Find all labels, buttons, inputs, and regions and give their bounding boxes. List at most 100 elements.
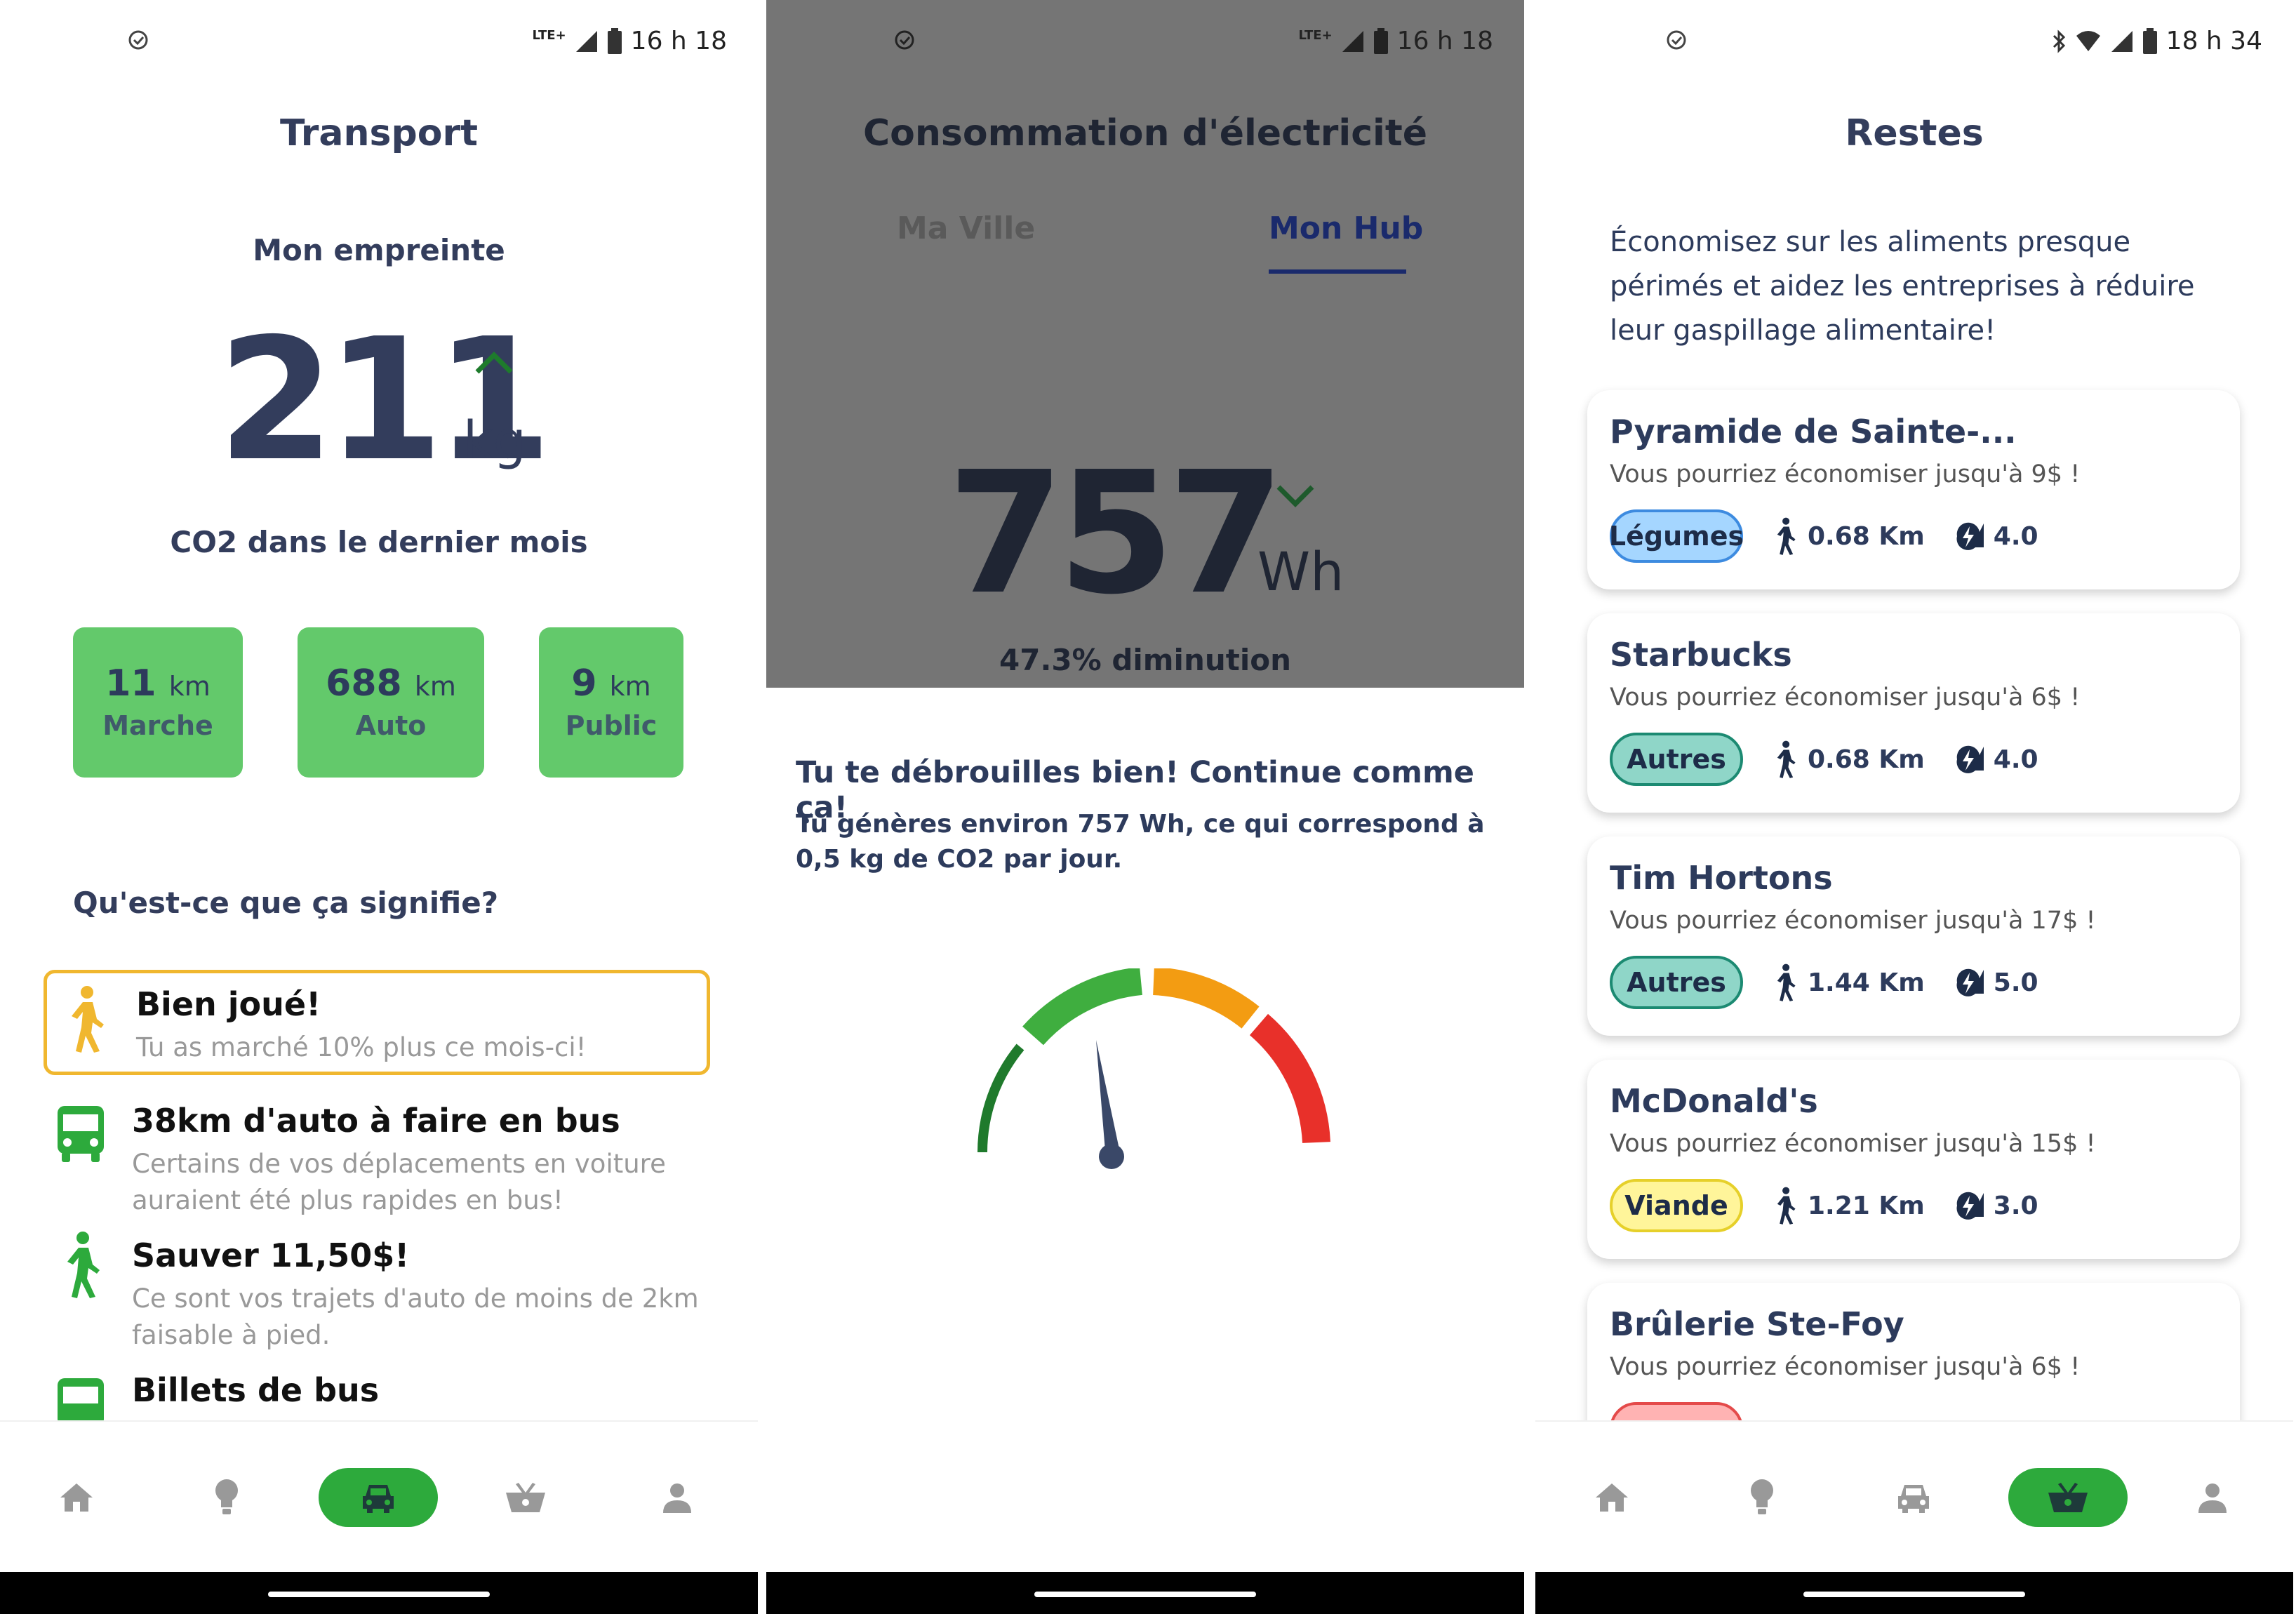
gauge-segment-green [1022, 968, 1143, 1046]
stat-label: Marche [102, 710, 213, 741]
home-icon [1596, 1483, 1628, 1512]
home-pill[interactable] [268, 1592, 490, 1597]
store-card[interactable]: McDonald's Vous pourriez économiser jusqu… [1587, 1060, 2240, 1259]
basket-icon [2048, 1483, 2088, 1512]
walk-icon [72, 986, 104, 1053]
person-icon [2198, 1483, 2227, 1513]
message-line1: Tu génères environ 757 Wh, ce qui corres… [796, 810, 1485, 839]
walk-icon [1777, 1187, 1796, 1225]
tip-subtitle: Tu as marché 10% plus ce mois-ci! [136, 1032, 587, 1062]
chevron-up-icon [475, 352, 513, 374]
nav-transport[interactable] [319, 1468, 438, 1527]
network-type: LTE+ [532, 28, 566, 43]
store-card[interactable]: Pyramide de Sainte-... Vous pourriez écon… [1587, 390, 2240, 589]
status-bar: LTE+ 16 h 18 [0, 24, 758, 63]
tab-my-city[interactable]: Ma Ville [897, 211, 1035, 246]
store-meta: 1.44 Km 5.0 [1771, 956, 2038, 1009]
store-card[interactable]: Tim Hortons Vous pourriez économiser jusq… [1587, 836, 2240, 1036]
store-distance: 1.21 Km [1808, 1191, 1925, 1220]
nav-transport[interactable] [1854, 1468, 1973, 1527]
network-type: LTE+ [1298, 28, 1333, 43]
stat-card-car: 688 km Auto [298, 627, 484, 778]
home-pill[interactable] [1803, 1592, 2025, 1597]
category-chip[interactable]: Légumes [1609, 509, 1744, 563]
store-savings: Vous pourriez économiser jusqu'à 17$ ! [1610, 907, 2096, 935]
consumption-unit: Wh [1257, 540, 1344, 603]
consumption-value: 757 [947, 435, 1285, 632]
store-name: Starbucks [1610, 636, 1792, 674]
lightbulb-icon [215, 1479, 238, 1514]
store-name: Brûlerie Ste-Foy [1610, 1305, 1904, 1343]
lightbulb-icon [1751, 1479, 1773, 1514]
category-chip[interactable]: Viande [1610, 1179, 1743, 1232]
car-icon [363, 1485, 394, 1513]
active-tab-indicator [1269, 269, 1406, 274]
category-chip[interactable]: Autres [1610, 956, 1743, 1009]
car-icon [1898, 1485, 1929, 1513]
store-score: 3.0 [1993, 1191, 2038, 1220]
nav-electricity[interactable] [167, 1468, 286, 1527]
status-bar: 18 h 34 [1535, 24, 2293, 63]
basket-icon [506, 1483, 545, 1512]
store-distance: 0.68 Km [1808, 521, 1925, 551]
stat-label: Public [565, 710, 658, 741]
status-bar: LTE+ 16 h 18 [766, 24, 1524, 63]
store-distance: 0.68 Km [1808, 745, 1925, 774]
nav-electricity[interactable] [1702, 1468, 1822, 1527]
eco-bolt-icon [1956, 522, 1984, 550]
store-meta: 1.21 Km 3.0 [1771, 1179, 2038, 1232]
nav-leftovers[interactable] [466, 1468, 585, 1527]
tab-my-hub[interactable]: Mon Hub [1269, 211, 1423, 246]
page-title: Transport [280, 112, 478, 154]
store-savings: Vous pourriez économiser jusqu'à 9$ ! [1610, 460, 2081, 488]
store-score: 5.0 [1993, 968, 2038, 997]
person-icon [663, 1483, 691, 1513]
consumption-gauge [977, 968, 1330, 1169]
stat-unit: km [414, 671, 456, 702]
eco-bolt-icon [1956, 1192, 1984, 1220]
nav-home[interactable] [1552, 1468, 1671, 1527]
store-meta: 0.68 Km 4.0 [1771, 733, 2038, 786]
status-time: 16 h 18 [630, 27, 727, 55]
category-chip[interactable]: Autres [1610, 733, 1743, 786]
check-circle-icon [128, 30, 148, 50]
eco-bolt-icon [1956, 745, 1984, 773]
stat-unit: km [609, 671, 651, 702]
bottom-nav [0, 1420, 758, 1573]
nav-home[interactable] [17, 1468, 136, 1527]
stat-label: Auto [355, 710, 427, 741]
eco-bolt-icon [1956, 968, 1984, 996]
gesture-bar [1535, 1572, 2293, 1614]
gauge-segment-dark-green [977, 1043, 1024, 1153]
store-distance: 1.44 Km [1808, 968, 1925, 997]
stat-card-public: 9 km Public [539, 627, 683, 778]
home-icon [60, 1483, 93, 1512]
store-card[interactable]: Starbucks Vous pourriez économiser jusqu'… [1587, 613, 2240, 813]
intro-line1: Économisez sur les aliments presque [1610, 226, 2131, 258]
transport-screen: LTE+ 16 h 18 Transport Mon empreinte 211… [0, 0, 758, 1614]
gauge-segment-red [1249, 1013, 1330, 1144]
bluetooth-icon [2053, 29, 2065, 53]
tip-title: Billets de bus [132, 1371, 380, 1409]
nav-leftovers[interactable] [2008, 1468, 2128, 1527]
walk-icon [1777, 517, 1796, 555]
check-circle-icon [895, 30, 914, 50]
store-name: Tim Hortons [1610, 859, 1833, 897]
walk-icon [1777, 963, 1796, 1001]
tip-title: Bien joué! [136, 985, 321, 1023]
home-pill[interactable] [1034, 1592, 1256, 1597]
store-score: 4.0 [1993, 745, 2038, 774]
page-title: Consommation d'électricité [863, 112, 1427, 154]
check-circle-icon [1667, 30, 1686, 50]
nav-profile[interactable] [618, 1468, 737, 1527]
gauge-needle [1096, 1040, 1120, 1159]
gauge-hub [1099, 1144, 1124, 1169]
leftovers-screen: 18 h 34 Restes Économisez sur les alimen… [1535, 0, 2293, 1614]
status-time: 16 h 18 [1396, 27, 1493, 55]
store-name: McDonald's [1610, 1082, 1818, 1120]
tip-subtitle-line1: Ce sont vos trajets d'auto de moins de 2… [132, 1283, 699, 1314]
store-name: Pyramide de Sainte-... [1610, 413, 2017, 451]
nav-profile[interactable] [2153, 1468, 2272, 1527]
tip-subtitle-line2: auraient été plus rapides en bus! [132, 1185, 563, 1215]
page-title: Restes [1845, 112, 1984, 154]
